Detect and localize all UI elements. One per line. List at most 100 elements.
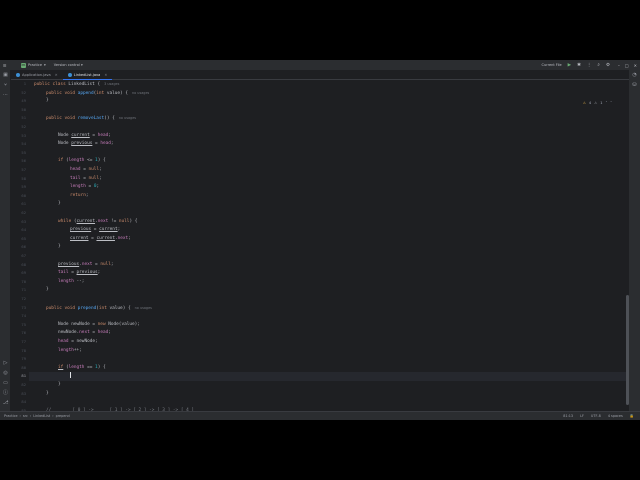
code-token: length bbox=[68, 158, 85, 164]
code-token: next bbox=[81, 261, 93, 267]
vcs-label: Version control bbox=[53, 63, 80, 67]
code-token: null bbox=[88, 167, 100, 172]
main-menu-icon[interactable]: ☰ bbox=[2, 63, 7, 68]
problems-tool-icon[interactable]: ⓘ bbox=[2, 390, 9, 397]
line-number: 73 bbox=[21, 304, 26, 310]
left-tool-strip: ▣ ⑂ ⋯ ▷ ◎ ▭ ⓘ ⎇ bbox=[0, 70, 11, 411]
code-token: ; bbox=[110, 261, 114, 267]
code-line: return; bbox=[70, 192, 89, 201]
code-line: public void prepend(int value) {no usage… bbox=[46, 304, 152, 314]
line-number: 55 bbox=[21, 149, 26, 155]
close-icon[interactable]: ✕ bbox=[634, 63, 637, 68]
breadcrumb-item[interactable]: LinkedList bbox=[33, 414, 50, 418]
status-bar: Practice › src › LinkedList › prepend 81… bbox=[0, 411, 640, 420]
close-tab-icon[interactable]: ✕ bbox=[104, 73, 107, 77]
lock-icon[interactable]: 🔓 bbox=[630, 414, 634, 418]
line-number: 54 bbox=[21, 141, 26, 147]
tab-linkedlist[interactable]: LinkedList.java ✕ bbox=[62, 70, 113, 80]
chevron-down-icon: ▾ bbox=[81, 63, 83, 67]
code-token: null bbox=[118, 218, 130, 224]
chevron-down-icon[interactable]: ˅ bbox=[610, 101, 612, 105]
structure-tool-icon[interactable]: ⋯ bbox=[2, 92, 9, 99]
file-encoding[interactable]: UTF-8 bbox=[591, 414, 601, 418]
indent-setting[interactable]: 4 spaces bbox=[608, 414, 623, 418]
line-number: 50 bbox=[21, 106, 26, 112]
run-config-selector[interactable]: Current File bbox=[542, 63, 562, 67]
debug-icon[interactable]: ✱ bbox=[577, 63, 581, 68]
java-class-icon bbox=[67, 72, 72, 77]
line-number: 53 bbox=[21, 132, 26, 138]
code-token: ++; bbox=[73, 347, 82, 353]
commit-tool-icon[interactable]: ⑂ bbox=[2, 82, 9, 89]
code-token: null bbox=[100, 261, 111, 267]
close-tab-icon[interactable]: ✕ bbox=[55, 73, 58, 77]
vcs-selector[interactable]: Version control ▾ bbox=[54, 63, 83, 67]
code-token: value) { bbox=[106, 90, 128, 96]
usage-hint[interactable]: no usages bbox=[135, 306, 152, 310]
line-number: 67 bbox=[21, 253, 26, 258]
run-icon[interactable]: ▶ bbox=[568, 63, 571, 68]
usage-hint[interactable]: no usages bbox=[119, 116, 136, 120]
search-icon[interactable]: ⌕ bbox=[597, 62, 600, 68]
code-line: } bbox=[58, 244, 61, 250]
code-line: } bbox=[46, 287, 49, 293]
git-tool-icon[interactable]: ⎇ bbox=[2, 400, 9, 407]
code-token: current bbox=[96, 235, 115, 241]
more-icon[interactable]: ⋮ bbox=[587, 63, 592, 68]
services-tool-icon[interactable]: ◎ bbox=[2, 370, 9, 377]
code-line: tail = previous; bbox=[58, 269, 100, 278]
code-editor[interactable]: public class LinkedList {3 usages public… bbox=[29, 80, 629, 413]
line-number: 80 bbox=[21, 364, 26, 370]
code-token: = bbox=[89, 132, 98, 138]
code-token: new bbox=[97, 321, 109, 327]
code-token: head bbox=[58, 339, 69, 344]
line-number: 70 bbox=[21, 278, 26, 284]
code-token: value) { bbox=[109, 305, 131, 311]
line-number: 65 bbox=[21, 235, 26, 241]
chevron-up-icon[interactable]: ˄ bbox=[606, 101, 608, 105]
code-line: head = newNode; bbox=[58, 338, 98, 347]
warning-icon: ⚠ bbox=[582, 101, 586, 105]
code-token: ) { bbox=[129, 218, 138, 224]
maximize-icon[interactable]: □ bbox=[625, 63, 629, 68]
code-token: ; bbox=[99, 167, 102, 172]
line-number-gutter[interactable]: 1 52 49 50 51 52 53 54 55 56 57 58 59 60… bbox=[11, 80, 29, 413]
code-token: head bbox=[70, 167, 81, 172]
project-tool-icon[interactable]: ▣ bbox=[2, 72, 9, 79]
code-line: } bbox=[58, 201, 61, 207]
line-number: 52 bbox=[21, 124, 26, 129]
breadcrumb-item[interactable]: prepend bbox=[56, 414, 70, 418]
terminal-tool-icon[interactable]: ▭ bbox=[2, 380, 9, 387]
settings-icon[interactable]: ⚙ bbox=[606, 63, 610, 68]
code-line: public void append(int value) {no usages bbox=[46, 89, 149, 99]
right-tool-strip: ◔ ⛁ bbox=[629, 70, 640, 411]
code-token: ; bbox=[110, 141, 114, 147]
line-number: 62 bbox=[21, 210, 26, 215]
tab-application[interactable]: Application.java ✕ bbox=[11, 70, 63, 80]
notifications-icon[interactable]: ◔ bbox=[631, 72, 638, 79]
usage-hint[interactable]: 3 usages bbox=[104, 82, 119, 86]
line-number: 74 bbox=[21, 313, 26, 319]
code-token: tail bbox=[58, 270, 69, 276]
caret-position[interactable]: 81:13 bbox=[563, 414, 573, 418]
chevron-down-icon: ▾ bbox=[43, 63, 46, 67]
code-line: newNode.next = head; bbox=[58, 329, 111, 338]
code-token: = bbox=[80, 175, 89, 181]
database-icon[interactable]: ⛁ bbox=[631, 82, 638, 89]
code-token: null bbox=[88, 175, 100, 181]
tab-label: LinkedList.java bbox=[73, 72, 101, 77]
code-token: current bbox=[71, 132, 90, 138]
minimize-icon[interactable]: – bbox=[618, 63, 620, 68]
inspection-widget[interactable]: ⚠ 4 ⚠ 1 ˄ ˅ bbox=[583, 101, 612, 105]
vertical-scrollbar[interactable] bbox=[626, 295, 629, 405]
usage-hint[interactable]: no usages bbox=[132, 91, 149, 95]
code-token: public class bbox=[34, 82, 69, 87]
line-number: 63 bbox=[21, 218, 26, 224]
project-selector[interactable]: PR Practice ▾ bbox=[21, 62, 46, 68]
code-token: previous bbox=[70, 227, 92, 233]
line-separator[interactable]: LF bbox=[580, 414, 584, 418]
breadcrumb-item[interactable]: src bbox=[23, 414, 28, 418]
run-tool-icon[interactable]: ▷ bbox=[2, 360, 9, 367]
code-token: ; bbox=[96, 184, 100, 190]
breadcrumb-item[interactable]: Practice bbox=[4, 414, 18, 418]
